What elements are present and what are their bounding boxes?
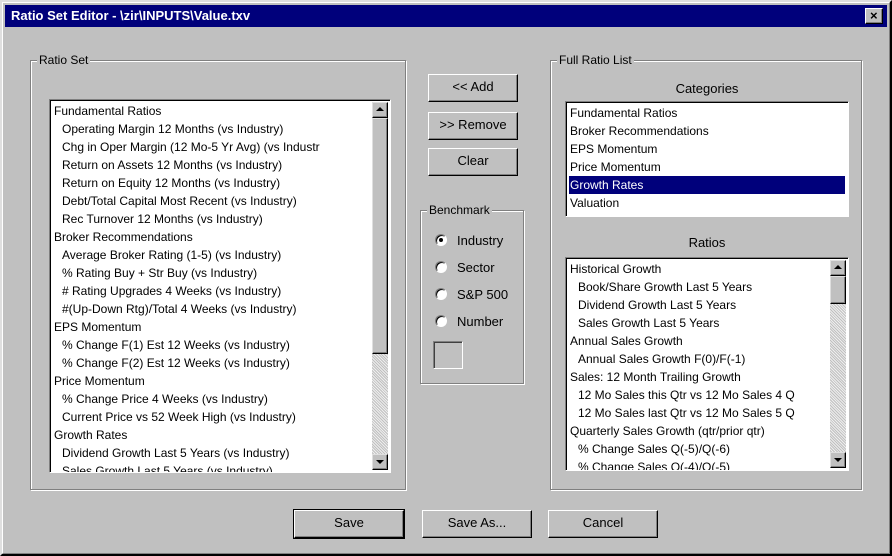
ratio-set-list-item[interactable]: Fundamental Ratios — [53, 102, 372, 120]
ratios-items: Historical Growth Book/Share Growth Last … — [569, 260, 830, 470]
remove-button[interactable]: >> Remove — [428, 112, 518, 140]
full-ratio-list-label: Full Ratio List — [557, 53, 634, 67]
ratio-set-list-item[interactable]: #(Up-Down Rtg)/Total 4 Weeks (vs Industr… — [53, 300, 372, 318]
save-button[interactable]: Save — [293, 509, 405, 539]
ratio-set-items: Fundamental Ratios Operating Margin 12 Mo… — [53, 102, 372, 472]
ratio-set-list-item[interactable]: Sales Growth Last 5 Years (vs Industry) — [53, 462, 372, 472]
ratio-list-item[interactable]: 12 Mo Sales this Qtr vs 12 Mo Sales 4 Q — [569, 386, 830, 404]
category-list-item[interactable]: Price Momentum — [569, 158, 845, 176]
ratio-set-list-item[interactable]: Chg in Oper Margin (12 Mo-5 Yr Avg) (vs … — [53, 138, 372, 156]
ratio-set-editor-window: Ratio Set Editor - \zir\INPUTS\Value.txv… — [0, 0, 892, 556]
scroll-thumb[interactable] — [372, 118, 388, 354]
add-button[interactable]: << Add — [428, 74, 518, 102]
ratio-set-scrollbar[interactable] — [372, 102, 388, 470]
ratio-list-item[interactable]: Quarterly Sales Growth (qtr/prior qtr) — [569, 422, 830, 440]
categories-label: Categories — [675, 81, 739, 96]
ratio-set-listbox[interactable]: Fundamental Ratios Operating Margin 12 Mo… — [49, 99, 391, 473]
ratio-set-list-item[interactable]: % Change Price 4 Weeks (vs Industry) — [53, 390, 372, 408]
categories-items: Fundamental Ratios Broker Recommendations… — [569, 104, 845, 212]
ratio-list-item[interactable]: Dividend Growth Last 5 Years — [569, 296, 830, 314]
save-as-button-label: Save As... — [447, 515, 507, 530]
ratio-set-list-item[interactable]: Broker Recommendations — [53, 228, 372, 246]
ratio-list-item[interactable]: Book/Share Growth Last 5 Years — [569, 278, 830, 296]
close-button[interactable]: × — [865, 8, 883, 24]
arrow-up-icon — [376, 107, 384, 111]
category-list-item[interactable]: Growth Rates — [569, 176, 845, 194]
add-button-label: << Add — [452, 79, 494, 94]
radio-industry-indicator[interactable] — [435, 234, 447, 246]
ratio-set-list-item[interactable]: Return on Assets 12 Months (vs Industry) — [53, 156, 372, 174]
ratio-set-list-item[interactable]: Operating Margin 12 Months (vs Industry) — [53, 120, 372, 138]
ratio-set-list-item[interactable]: Price Momentum — [53, 372, 372, 390]
radio-sector-label: Sector — [457, 260, 495, 275]
radio-sector-indicator[interactable] — [435, 261, 447, 273]
radio-number-label: Number — [457, 314, 504, 329]
ratio-list-item[interactable]: Annual Sales Growth — [569, 332, 830, 350]
category-list-item[interactable]: EPS Momentum — [569, 140, 845, 158]
ratio-list-item[interactable]: % Change Sales Q(-4)/Q(-5) — [569, 458, 830, 470]
ratio-set-label: Ratio Set — [37, 53, 91, 67]
ratio-set-list-item[interactable]: Rec Turnover 12 Months (vs Industry) — [53, 210, 372, 228]
radio-industry-label: Industry — [457, 233, 504, 248]
ratio-set-group: Ratio Set Fundamental Ratios Operating Ma… — [30, 53, 406, 490]
radio-number-indicator[interactable] — [435, 315, 447, 327]
ratio-set-list-item[interactable]: % Change F(2) Est 12 Weeks (vs Industry) — [53, 354, 372, 372]
category-list-item[interactable]: Fundamental Ratios — [569, 104, 845, 122]
ratio-list-item[interactable]: 12 Mo Sales last Qtr vs 12 Mo Sales 5 Q — [569, 404, 830, 422]
cancel-button[interactable]: Cancel — [548, 510, 658, 538]
radio-sp500-label: S&P 500 — [457, 287, 509, 302]
scroll-down-button[interactable] — [830, 452, 846, 468]
ratio-set-list-item[interactable]: Debt/Total Capital Most Recent (vs Indus… — [53, 192, 372, 210]
ratios-listbox[interactable]: Historical Growth Book/Share Growth Last … — [565, 257, 849, 471]
radio-sp500-indicator[interactable] — [435, 288, 447, 300]
ratios-label: Ratios — [688, 235, 726, 250]
ratio-set-list-item[interactable]: Average Broker Rating (1-5) (vs Industry… — [53, 246, 372, 264]
scroll-thumb[interactable] — [830, 276, 846, 304]
ratio-list-item[interactable]: Annual Sales Growth F(0)/F(-1) — [569, 350, 830, 368]
ratio-list-item[interactable]: Sales: 12 Month Trailing Growth — [569, 368, 830, 386]
ratio-set-list-item[interactable]: Return on Equity 12 Months (vs Industry) — [53, 174, 372, 192]
ratio-set-list-item[interactable]: Current Price vs 52 Week High (vs Indust… — [53, 408, 372, 426]
full-ratio-list-group: Full Ratio List Categories Fundamental R… — [550, 53, 862, 490]
ratio-list-item[interactable]: % Change Sales Q(-5)/Q(-6) — [569, 440, 830, 458]
clear-button-label: Clear — [457, 153, 489, 168]
save-button-label: Save — [334, 515, 364, 530]
ratio-set-list-item[interactable]: Growth Rates — [53, 426, 372, 444]
number-input[interactable] — [433, 341, 463, 369]
clear-button[interactable]: Clear — [428, 148, 518, 176]
close-icon: × — [870, 8, 878, 23]
remove-button-label: >> Remove — [439, 117, 507, 132]
ratio-set-list-item[interactable]: % Change F(1) Est 12 Weeks (vs Industry) — [53, 336, 372, 354]
arrow-down-icon — [376, 460, 384, 464]
ratio-set-list-item[interactable]: Dividend Growth Last 5 Years (vs Industr… — [53, 444, 372, 462]
benchmark-group: Benchmark Industry Sector S&P 500 Number — [420, 203, 524, 384]
arrow-down-icon — [834, 458, 842, 462]
ratio-set-list-item[interactable]: EPS Momentum — [53, 318, 372, 336]
cancel-button-label: Cancel — [582, 515, 624, 530]
benchmark-label: Benchmark — [427, 203, 492, 217]
ratios-scrollbar[interactable] — [830, 260, 846, 468]
categories-listbox[interactable]: Fundamental Ratios Broker Recommendations… — [565, 101, 849, 217]
ratio-set-list-item[interactable]: % Rating Buy + Str Buy (vs Industry) — [53, 264, 372, 282]
ratio-list-item[interactable]: Sales Growth Last 5 Years — [569, 314, 830, 332]
category-list-item[interactable]: Valuation — [569, 194, 845, 212]
scroll-down-button[interactable] — [372, 454, 388, 470]
scroll-up-button[interactable] — [830, 260, 846, 276]
arrow-up-icon — [834, 265, 842, 269]
title-bar[interactable]: Ratio Set Editor - \zir\INPUTS\Value.txv… — [5, 5, 887, 27]
window-title: Ratio Set Editor - \zir\INPUTS\Value.txv — [11, 8, 251, 23]
category-list-item[interactable]: Broker Recommendations — [569, 122, 845, 140]
ratio-set-list-item[interactable]: # Rating Upgrades 4 Weeks (vs Industry) — [53, 282, 372, 300]
ratio-list-item[interactable]: Historical Growth — [569, 260, 830, 278]
save-as-button[interactable]: Save As... — [422, 510, 532, 538]
scroll-up-button[interactable] — [372, 102, 388, 118]
